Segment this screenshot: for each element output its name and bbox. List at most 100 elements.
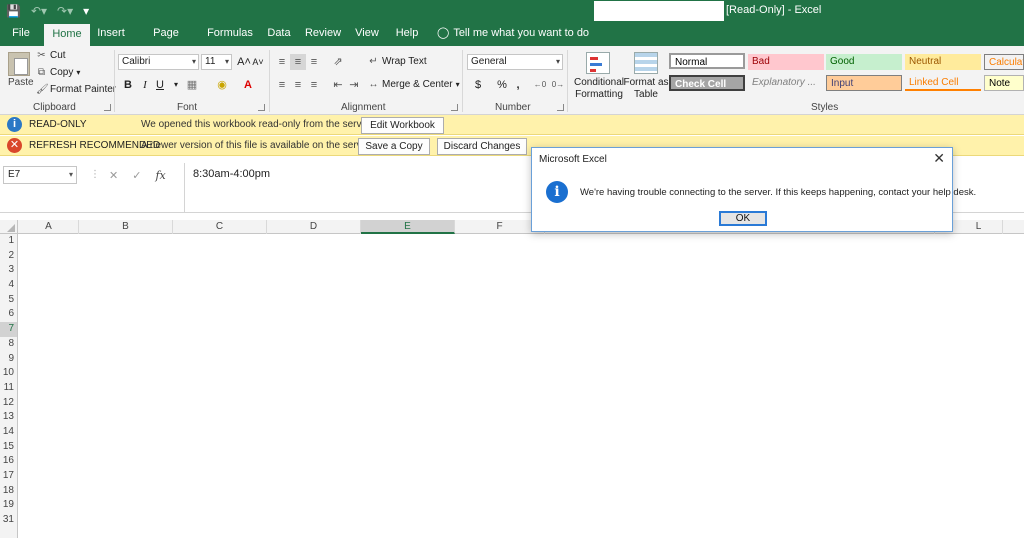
conditional-formatting-button[interactable]: Conditional Formatting	[573, 77, 625, 100]
column-header-b[interactable]: B	[79, 220, 173, 234]
row-header[interactable]: 13	[0, 410, 17, 425]
format-painter-button[interactable]: 🖌 Format Painter	[36, 84, 116, 95]
font-launcher-icon[interactable]	[258, 104, 265, 111]
increase-indent-icon[interactable]: ⇥	[346, 77, 362, 93]
style-explanatory[interactable]: Explanatory ...	[748, 75, 824, 91]
orientation-icon[interactable]: ⇗	[330, 54, 346, 70]
redo-icon[interactable]: ↷▾	[57, 4, 73, 18]
decrease-indent-icon[interactable]: ⇤	[330, 77, 346, 93]
bold-button[interactable]: B	[120, 77, 136, 93]
format-as-table-icon[interactable]	[634, 52, 658, 74]
row-header[interactable]: 11	[0, 381, 17, 396]
style-check-cell[interactable]: Check Cell	[669, 75, 745, 91]
discard-changes-button[interactable]: Discard Changes	[437, 138, 527, 155]
row-header[interactable]: 19	[0, 498, 17, 513]
style-calculation[interactable]: Calculation	[984, 54, 1024, 70]
currency-button[interactable]: $	[470, 77, 486, 93]
save-a-copy-button[interactable]: Save a Copy	[358, 138, 430, 155]
tell-me-search[interactable]: ◯ Tell me what you want to do	[437, 21, 589, 46]
underline-button[interactable]: U	[152, 77, 168, 93]
cancel-icon[interactable]: ✕	[109, 169, 118, 182]
shrink-font-button[interactable]: A˅	[250, 54, 266, 70]
save-icon[interactable]: 💾	[6, 4, 21, 18]
decrease-decimal-icon[interactable]: 0→	[550, 77, 566, 93]
paste-button[interactable]: Paste	[8, 77, 34, 88]
format-as-table-button[interactable]: Format as Table	[624, 77, 669, 100]
fill-color-icon[interactable]: ◉	[214, 77, 230, 93]
tab-help[interactable]: Help	[390, 21, 424, 46]
column-header-c[interactable]: C	[173, 220, 267, 234]
tab-home[interactable]: Home	[44, 24, 90, 46]
tab-review[interactable]: Review	[302, 21, 344, 46]
row-header-selected[interactable]: 7	[0, 322, 17, 337]
font-size-select[interactable]: 11 ▾	[201, 54, 232, 70]
style-note[interactable]: Note	[984, 75, 1024, 91]
row-header[interactable]: 10	[0, 366, 17, 381]
style-bad[interactable]: Bad	[748, 54, 824, 70]
name-box[interactable]: E7 ▾	[3, 166, 77, 184]
clipboard-launcher-icon[interactable]	[104, 104, 111, 111]
row-header[interactable]: 6	[0, 307, 17, 322]
tab-insert[interactable]: Insert	[92, 21, 130, 46]
align-middle-icon[interactable]: ≡	[290, 54, 306, 70]
align-right-icon[interactable]: ≡	[306, 77, 322, 93]
align-left-icon[interactable]: ≡	[274, 77, 290, 93]
comma-button[interactable]: ,	[510, 77, 526, 93]
cut-button[interactable]: ✂ Cut	[36, 50, 65, 61]
font-name-select[interactable]: Calibri ▾	[118, 54, 199, 70]
align-top-icon[interactable]: ≡	[274, 54, 290, 70]
row-header[interactable]: 16	[0, 454, 17, 469]
column-header-e[interactable]: E	[361, 220, 455, 234]
paste-icon[interactable]	[8, 52, 30, 76]
column-header-l[interactable]: L	[955, 220, 1003, 234]
row-header[interactable]: 18	[0, 484, 17, 499]
tab-formulas[interactable]: Formulas	[204, 21, 256, 46]
conditional-formatting-icon[interactable]	[586, 52, 610, 74]
customize-icon[interactable]: ▾	[83, 4, 89, 18]
row-header[interactable]: 9	[0, 352, 17, 367]
style-linked-cell[interactable]: Linked Cell	[905, 75, 981, 91]
row-header[interactable]: 14	[0, 425, 17, 440]
row-header[interactable]: 3	[0, 263, 17, 278]
wrap-text-button[interactable]: ↵ Wrap Text	[368, 56, 426, 67]
style-normal[interactable]: Normal	[669, 53, 745, 69]
underline-dropdown-icon[interactable]: ▾	[168, 77, 184, 93]
row-header[interactable]: 1	[0, 234, 17, 249]
undo-icon[interactable]: ↶▾	[31, 4, 47, 18]
enter-icon[interactable]: ✓	[132, 169, 141, 182]
italic-button[interactable]: I	[137, 77, 153, 93]
style-good[interactable]: Good	[826, 54, 902, 70]
row-header[interactable]: 8	[0, 337, 17, 352]
row-header[interactable]: 4	[0, 278, 17, 293]
row-header[interactable]: 15	[0, 440, 17, 455]
number-format-select[interactable]: General ▾	[467, 54, 563, 70]
number-launcher-icon[interactable]	[557, 104, 564, 111]
select-all-corner[interactable]	[0, 220, 18, 234]
tab-data[interactable]: Data	[262, 21, 296, 46]
close-icon[interactable]: ✕	[933, 150, 945, 167]
style-neutral[interactable]: Neutral	[905, 54, 981, 70]
row-header[interactable]: 17	[0, 469, 17, 484]
align-bottom-icon[interactable]: ≡	[306, 54, 322, 70]
percent-button[interactable]: %	[494, 77, 510, 93]
alignment-launcher-icon[interactable]	[451, 104, 458, 111]
edit-workbook-button[interactable]: Edit Workbook	[361, 117, 444, 134]
style-input[interactable]: Input	[826, 75, 902, 91]
align-center-icon[interactable]: ≡	[290, 77, 306, 93]
tab-view[interactable]: View	[350, 21, 384, 46]
increase-decimal-icon[interactable]: ←0	[532, 77, 548, 93]
row-header[interactable]: 31	[0, 513, 17, 528]
borders-icon[interactable]: ▦	[184, 77, 200, 93]
row-header[interactable]: 12	[0, 396, 17, 411]
column-header-a[interactable]: A	[19, 220, 79, 234]
merge-center-button[interactable]: ↔ Merge & Center ▾	[368, 79, 460, 90]
tab-file[interactable]: File	[4, 21, 38, 46]
insert-function-icon[interactable]: fx	[155, 169, 165, 182]
font-color-icon[interactable]: A	[240, 77, 256, 93]
row-header[interactable]: 2	[0, 249, 17, 264]
tab-page-layout[interactable]: Page Layout	[136, 21, 196, 64]
column-header-d[interactable]: D	[267, 220, 361, 234]
ok-button[interactable]: OK	[719, 211, 767, 226]
copy-button[interactable]: ⧉ Copy ▾	[36, 67, 80, 78]
row-header[interactable]: 5	[0, 293, 17, 308]
